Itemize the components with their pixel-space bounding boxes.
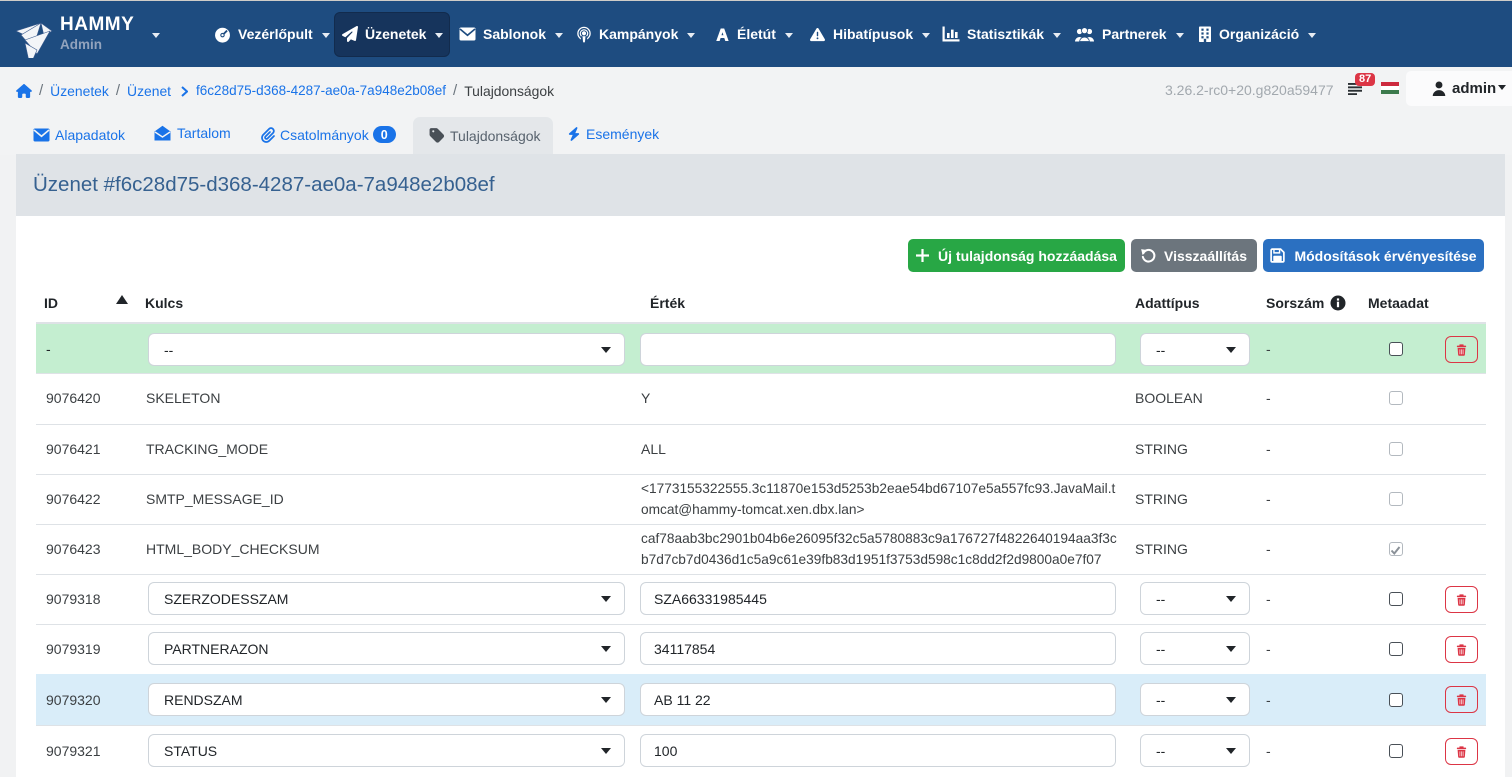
svg-text:A: A [717,27,729,42]
